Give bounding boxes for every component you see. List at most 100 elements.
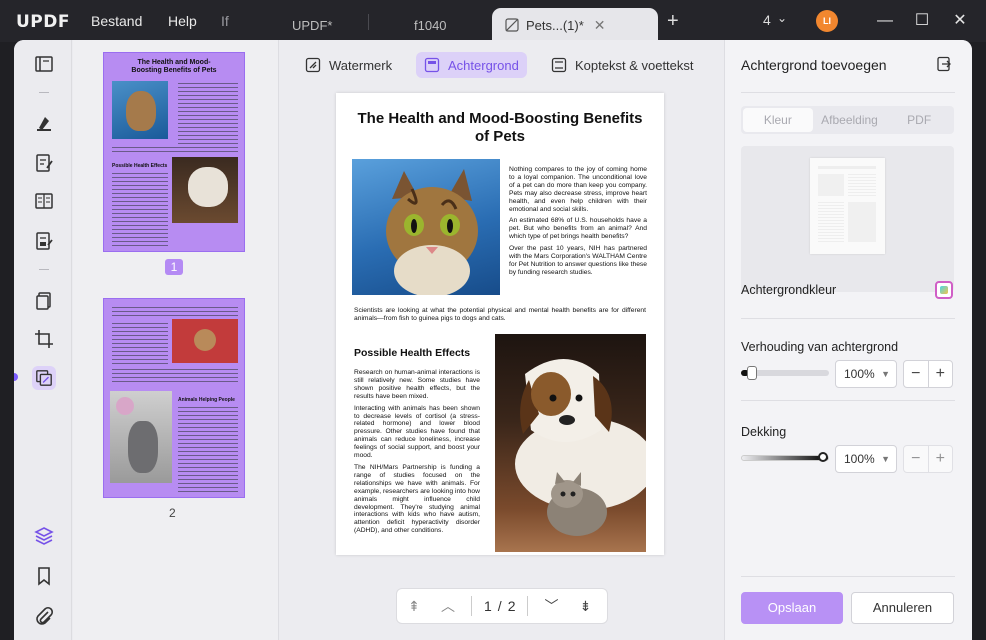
section-text: Research on human-animal interactions is…	[354, 369, 480, 539]
watermark-label: Watermerk	[329, 57, 393, 73]
reader-icon[interactable]	[33, 53, 55, 75]
thumb-title: The Health and Mood-Boosting Benefits of…	[131, 59, 217, 74]
background-icon	[424, 57, 440, 73]
document-icon	[505, 18, 519, 32]
background-panel: Achtergrond toevoegen Kleur Afbeelding P…	[724, 40, 972, 640]
thumb-text-lines	[178, 407, 238, 493]
section-paragraph-1: Research on human-animal interactions is…	[354, 369, 480, 400]
page-layout-icon[interactable]	[33, 190, 55, 212]
tab-divider	[368, 14, 369, 30]
tab-pets[interactable]: Pets...(1)* ✕	[492, 8, 658, 42]
comment-icon[interactable]	[33, 112, 55, 134]
thumb-text-lines	[112, 147, 238, 155]
dog-cat-photo	[495, 334, 646, 552]
panel-handle[interactable]	[14, 373, 18, 381]
previous-page-icon[interactable]: ︿	[431, 596, 465, 616]
watermark-icon	[305, 57, 321, 73]
thumb-text-lines	[112, 323, 168, 365]
cancel-button[interactable]: Annuleren	[851, 592, 954, 624]
thumb-heading-2: Animals Helping People	[178, 397, 235, 403]
tab-f1040[interactable]: f1040	[414, 8, 447, 42]
opacity-slider-knob[interactable]	[818, 452, 828, 462]
intro-text: Nothing compares to the joy of coming ho…	[509, 166, 647, 281]
page-thumbnail-1[interactable]: The Health and Mood-Boosting Benefits of…	[103, 52, 245, 252]
toolbar-divider	[39, 269, 49, 270]
menu-if[interactable]: If	[221, 13, 229, 29]
app-logo: UPDF	[16, 12, 70, 32]
app-window: The Health and Mood-Boosting Benefits of…	[14, 40, 972, 640]
tab-updf[interactable]: UPDF*	[292, 8, 332, 42]
thumb-text-lines	[112, 173, 168, 249]
panel-title: Achtergrond toevoegen	[741, 57, 887, 73]
preview-page	[810, 158, 885, 254]
section-heading: Possible Health Effects	[354, 347, 471, 359]
cat-photo	[352, 159, 500, 295]
title-bar: UPDF Bestand Help If UPDF* f1040 Pets...…	[0, 0, 986, 42]
opacity-select[interactable]: 100% ▼	[835, 445, 897, 473]
minus-icon[interactable]: −	[904, 446, 928, 472]
left-toolbar	[14, 40, 72, 640]
menu-file[interactable]: Bestand	[91, 13, 142, 29]
chevron-down-icon[interactable]: ⌄	[777, 11, 787, 25]
opacity-slider[interactable]	[741, 452, 829, 462]
page-tools-icon[interactable]	[32, 366, 56, 390]
page-number-1: 1	[165, 259, 183, 275]
header-footer-label: Koptekst & voettekst	[575, 57, 694, 73]
cat-image-thumb	[112, 81, 168, 139]
thumb-text-lines	[112, 369, 238, 383]
intro-paragraph-2: An estimated 68% of U.S. households have…	[509, 217, 647, 241]
watermark-tool[interactable]: Watermerk	[297, 52, 400, 78]
page-indicator[interactable]: 1 / 2	[478, 598, 521, 614]
export-icon[interactable]	[936, 56, 952, 77]
background-tool[interactable]: Achtergrond	[416, 52, 527, 78]
window-count[interactable]: 4	[763, 12, 771, 28]
menu-help[interactable]: Help	[168, 13, 197, 29]
layers-icon[interactable]	[33, 525, 55, 547]
background-label: Achtergrond	[448, 57, 519, 73]
seg-pdf[interactable]: PDF	[884, 106, 954, 134]
current-page[interactable]: 1	[478, 598, 498, 614]
tab-label: f1040	[414, 17, 447, 33]
plus-icon[interactable]: +	[929, 446, 953, 472]
maximize-icon[interactable]: ☐	[910, 9, 934, 33]
crop-icon[interactable]	[33, 328, 55, 350]
ratio-slider-knob[interactable]	[746, 366, 757, 380]
pager-divider	[471, 596, 472, 616]
dropdown-caret-icon: ▼	[881, 454, 890, 464]
ratio-select[interactable]: 100% ▼	[835, 360, 897, 388]
ratio-slider[interactable]	[741, 366, 829, 380]
avatar[interactable]: LI	[816, 10, 838, 32]
first-page-icon[interactable]: ⇞	[397, 598, 431, 615]
next-page-icon[interactable]: ﹀	[534, 596, 568, 616]
pager-divider	[527, 596, 529, 616]
opacity-label: Dekking	[741, 425, 787, 439]
header-footer-icon	[551, 57, 567, 73]
organize-pages-icon[interactable]	[33, 290, 55, 312]
background-preview	[741, 146, 954, 292]
panel-divider	[741, 318, 955, 319]
attachment-icon[interactable]	[33, 605, 55, 627]
save-button[interactable]: Opslaan	[741, 592, 843, 624]
form-icon[interactable]	[33, 230, 55, 252]
section-paragraph-2: Interacting with animals has been shown …	[354, 404, 480, 460]
minimize-icon[interactable]: —	[873, 9, 897, 33]
plus-icon[interactable]: +	[929, 361, 953, 387]
total-pages: 2	[507, 598, 516, 614]
document-area: Watermerk Achtergrond Koptekst & voettek…	[279, 40, 724, 640]
thumbnail-panel: The Health and Mood-Boosting Benefits of…	[73, 40, 279, 640]
seg-color[interactable]: Kleur	[743, 108, 813, 132]
dog-toy-image-thumb	[172, 319, 238, 363]
edit-pdf-icon[interactable]	[33, 152, 55, 174]
bookmark-icon[interactable]	[33, 565, 55, 587]
intro-paragraph-1: Nothing compares to the joy of coming ho…	[509, 166, 647, 213]
page-thumbnail-2[interactable]: Animals Helping People	[103, 298, 245, 498]
thumb-text-lines	[178, 83, 238, 145]
seg-image[interactable]: Afbeelding	[815, 106, 885, 134]
header-footer-tool[interactable]: Koptekst & voettekst	[543, 52, 702, 78]
close-tab-icon[interactable]: ✕	[594, 17, 606, 34]
new-tab-icon[interactable]: +	[667, 10, 679, 33]
color-picker-swatch[interactable]	[935, 281, 953, 299]
minus-icon[interactable]: −	[904, 361, 928, 387]
last-page-icon[interactable]: ⇟	[568, 598, 602, 615]
close-window-icon[interactable]: ✕	[948, 9, 972, 33]
